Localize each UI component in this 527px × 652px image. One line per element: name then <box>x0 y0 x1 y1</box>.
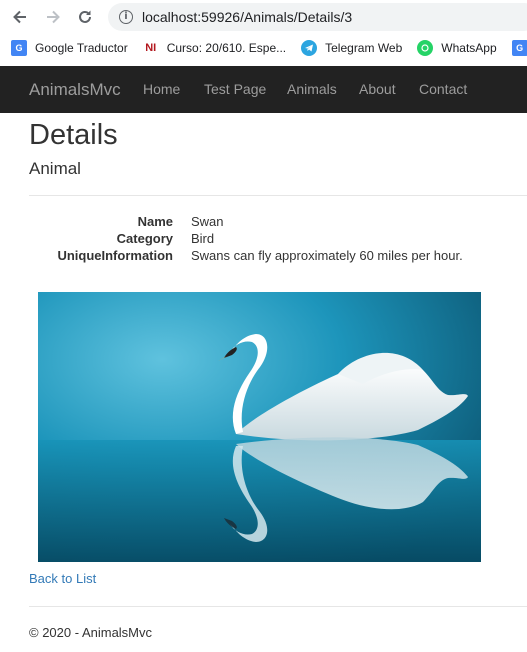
bookmark-telegram[interactable]: Telegram Web <box>301 40 402 56</box>
url-text: localhost:59926/Animals/Details/3 <box>142 9 353 25</box>
telegram-icon <box>301 40 318 56</box>
page-title: Details <box>29 119 118 151</box>
nav-link-animals[interactable]: Animals <box>287 81 337 97</box>
navbar-brand[interactable]: AnimalsMvc <box>29 80 121 100</box>
bookmark-curso[interactable]: NI Curso: 20/610. Espe... <box>142 40 287 56</box>
detail-row-name: Name Swan <box>29 214 527 231</box>
nav-link-about[interactable]: About <box>359 81 396 97</box>
detail-value: Bird <box>191 231 215 246</box>
nav-link-test-page[interactable]: Test Page <box>204 81 266 97</box>
bookmark-label: Telegram Web <box>325 41 403 55</box>
bookmarks-bar: G Google Traductor NI Curso: 20/610. Esp… <box>0 36 527 60</box>
bookmark-label: Curso: 20/610. Espe... <box>166 41 287 55</box>
divider <box>29 606 527 607</box>
detail-label: Category <box>116 231 173 246</box>
nav-link-home[interactable]: Home <box>143 81 180 97</box>
footer-text: © 2020 - AnimalsMvc <box>29 625 153 640</box>
bookmark-label: WhatsApp <box>441 41 497 55</box>
swan-image <box>38 292 481 562</box>
detail-row-category: Category Bird <box>29 231 527 248</box>
info-icon[interactable]: i <box>119 10 133 24</box>
address-bar[interactable]: i localhost:59926/Animals/Details/3 <box>108 3 527 31</box>
page-subtitle: Animal <box>29 159 81 178</box>
detail-value: Swans can fly approximately 60 miles per… <box>191 248 463 263</box>
detail-label: UniqueInformation <box>57 248 173 263</box>
browser-toolbar: i localhost:59926/Animals/Details/3 <box>0 0 527 34</box>
reload-icon[interactable] <box>73 5 97 29</box>
site-navbar: AnimalsMvc Home Test Page Animals About … <box>0 66 527 113</box>
forward-arrow-icon[interactable] <box>41 5 65 29</box>
detail-row-unique-information: UniqueInformation Swans can fly approxim… <box>29 248 527 265</box>
back-to-list-link[interactable]: Back to List <box>29 571 96 586</box>
detail-label: Name <box>137 214 173 229</box>
google-translate-icon: G <box>511 40 527 56</box>
bookmark-google-translate-overflow[interactable]: G <box>511 40 527 56</box>
bookmark-label: Google Traductor <box>35 41 128 55</box>
google-translate-icon: G <box>11 40 27 56</box>
divider <box>29 195 527 196</box>
bookmark-whatsapp[interactable]: WhatsApp <box>417 40 497 56</box>
whatsapp-icon <box>417 40 434 56</box>
animal-photo <box>38 292 481 562</box>
bookmark-google-traductor[interactable]: G Google Traductor <box>11 40 128 56</box>
ni-icon: NI <box>142 40 159 56</box>
nav-link-contact[interactable]: Contact <box>419 81 467 97</box>
back-arrow-icon[interactable] <box>8 5 32 29</box>
detail-value: Swan <box>191 214 224 229</box>
